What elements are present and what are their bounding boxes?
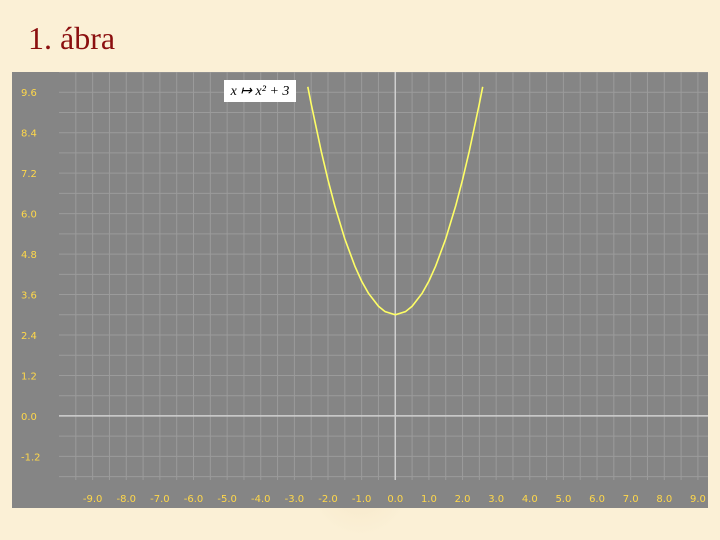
x-tick-label: 2.0: [455, 494, 471, 505]
y-tick-label: 9.6: [21, 88, 37, 99]
y-tick-label: 4.8: [21, 250, 37, 261]
x-tick-label: -2.0: [318, 494, 338, 505]
y-tick-label: 2.4: [21, 331, 37, 342]
x-tick-labels: -9.0 -8.0 -7.0 -6.0 -5.0 -4.0 -3.0 -2.0 -1.0 0.0 1…: [83, 494, 706, 505]
grid-layer: [59, 72, 708, 480]
chart-panel: 9.6 8.4 7.2 6.0 4.8 3.6 2.4 1.2 0.0 -1.2 -9.0 -8.0…: [12, 72, 708, 508]
y-tick-labels: 9.6 8.4 7.2 6.0 4.8 3.6 2.4 1.2 0.0 -1.2: [21, 88, 41, 463]
y-tick-label: 3.6: [21, 291, 37, 302]
x-tick-label: 8.0: [656, 494, 672, 505]
x-tick-label: -7.0: [150, 494, 170, 505]
y-tick-label: 0.0: [21, 412, 37, 423]
x-tick-label: -8.0: [116, 494, 136, 505]
x-tick-label: 9.0: [690, 494, 706, 505]
x-tick-label: 4.0: [522, 494, 538, 505]
x-tick-label: -6.0: [184, 494, 204, 505]
axes-layer: [59, 72, 708, 480]
function-plot: 9.6 8.4 7.2 6.0 4.8 3.6 2.4 1.2 0.0 -1.2 -9.0 -8.0…: [21, 72, 708, 505]
x-tick-label: 7.0: [623, 494, 639, 505]
x-tick-label: -1.0: [352, 494, 372, 505]
slide-title: 1. ábra: [28, 20, 116, 56]
x-tick-label: 1.0: [421, 494, 437, 505]
x-tick-label: 5.0: [555, 494, 571, 505]
y-tick-label: 7.2: [21, 169, 37, 180]
y-tick-label: 6.0: [21, 210, 37, 221]
x-tick-label: 3.0: [488, 494, 504, 505]
x-tick-label: -4.0: [251, 494, 271, 505]
x-tick-label: 6.0: [589, 494, 605, 505]
x-tick-label: -3.0: [285, 494, 305, 505]
x-tick-label: 0.0: [387, 494, 403, 505]
formula-label: x ↦ x² + 3: [224, 80, 296, 102]
y-tick-label: -1.2: [21, 452, 41, 463]
x-tick-label: -9.0: [83, 494, 103, 505]
y-tick-label: 8.4: [21, 129, 37, 140]
x-tick-label: -5.0: [217, 494, 237, 505]
y-tick-label: 1.2: [21, 371, 37, 382]
